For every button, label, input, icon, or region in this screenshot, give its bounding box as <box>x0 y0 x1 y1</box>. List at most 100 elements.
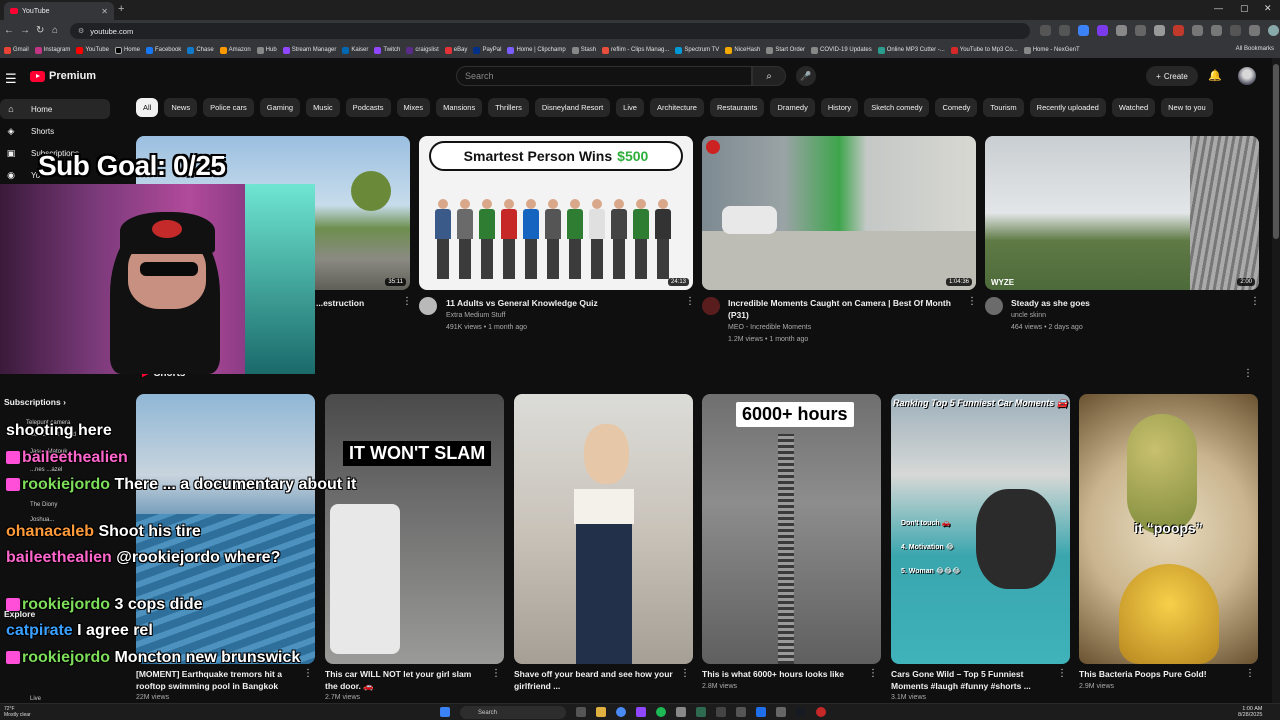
filter-chip[interactable]: History <box>820 98 859 117</box>
filter-chip[interactable]: New to you <box>1161 98 1213 117</box>
short-title[interactable]: Shave off your beard and see how your gi… <box>514 668 674 692</box>
spotify-icon[interactable] <box>656 707 666 717</box>
short-thumbnail[interactable]: 6000+ hours <box>702 394 881 664</box>
channel-avatar[interactable] <box>702 297 720 315</box>
back-icon[interactable]: ← <box>4 25 14 36</box>
maximize-icon[interactable]: ▢ <box>1240 3 1249 14</box>
minimize-icon[interactable]: — <box>1214 3 1223 13</box>
zoom-icon[interactable] <box>1059 25 1070 36</box>
more-options-icon[interactable]: ⋮ <box>402 296 412 307</box>
extensions-puzzle-icon[interactable] <box>1211 25 1222 36</box>
tab-youtube[interactable]: YouTube ✕ <box>4 2 114 20</box>
bookmark-item[interactable]: Spectrum TV <box>675 46 719 54</box>
short-thumbnail[interactable]: it “poops” <box>1079 394 1258 664</box>
task-view-icon[interactable] <box>576 707 586 717</box>
bookmark-item[interactable]: Home - NexGenT <box>1023 46 1080 54</box>
app-icon[interactable] <box>816 707 826 717</box>
bookmark-item[interactable]: Home <box>114 46 140 54</box>
more-options-icon[interactable]: ⋮ <box>685 296 695 307</box>
filter-chip[interactable]: Police cars <box>203 98 254 117</box>
filter-chip[interactable]: Podcasts <box>345 98 391 117</box>
search-button[interactable]: ⌕ <box>752 66 786 86</box>
more-options-icon[interactable]: ⋮ <box>1250 296 1260 307</box>
site-info-icon[interactable]: ⚙ <box>78 27 84 35</box>
system-clock[interactable]: 1:00 AM 8/28/2025 <box>1238 706 1262 718</box>
taskbar-search[interactable]: Search <box>460 706 566 719</box>
channel-name[interactable]: MEO - Incredible Moments <box>728 322 811 334</box>
profile-avatar-icon[interactable] <box>1268 25 1279 36</box>
bookmark-item[interactable]: Kaiser <box>342 46 368 54</box>
app-icon[interactable] <box>736 707 746 717</box>
video-title[interactable]: Steady as she goes <box>1011 297 1243 309</box>
subscription-item[interactable]: The Diony <box>4 494 114 512</box>
filter-chip[interactable]: Live <box>616 98 644 117</box>
filter-chip[interactable]: Architecture <box>649 98 704 117</box>
short-title[interactable]: Cars Gone Wild – Top 5 Funniest Moments … <box>891 668 1051 692</box>
filter-chip[interactable]: Disneyland Resort <box>534 98 611 117</box>
scrollbar-thumb[interactable] <box>1273 64 1279 239</box>
channel-avatar[interactable] <box>985 297 1003 315</box>
bookmark-item[interactable]: craigslist <box>406 46 439 54</box>
bookmark-item[interactable]: Instagram <box>34 46 70 54</box>
shorts-more-options-icon[interactable]: ⋮ <box>1243 368 1253 379</box>
extension-icon[interactable] <box>1116 25 1127 36</box>
filter-chip[interactable]: Tourism <box>983 98 1024 117</box>
search-input[interactable]: Search <box>456 66 752 86</box>
bookmark-item[interactable]: Amazon <box>219 46 251 54</box>
bookmark-item[interactable]: PayPal <box>473 46 501 54</box>
reload-icon[interactable]: ↻ <box>36 25 44 36</box>
close-tab-icon[interactable]: ✕ <box>101 7 108 16</box>
youtube-premium-logo[interactable]: Premium <box>30 70 96 82</box>
video-thumbnail[interactable]: Smartest Person Wins $500 24:13 <box>419 136 693 290</box>
create-button[interactable]: + Create <box>1146 66 1198 86</box>
bookmark-item[interactable]: NiceHash <box>725 46 760 54</box>
url-field[interactable]: ⚙ youtube.com <box>70 23 1030 39</box>
forward-icon[interactable]: → <box>20 25 30 36</box>
chrome-icon[interactable] <box>616 707 626 717</box>
bookmark-item[interactable]: Hub <box>256 46 277 54</box>
bookmark-item[interactable]: Facebook <box>145 46 181 54</box>
short-thumbnail[interactable] <box>514 394 693 664</box>
weather-widget[interactable]: 72°F Mostly clear <box>4 706 31 718</box>
file-explorer-icon[interactable] <box>596 707 606 717</box>
voice-search-button[interactable]: 🎤 <box>796 66 816 86</box>
bookmark-star-icon[interactable] <box>1078 25 1089 36</box>
notifications-bell-icon[interactable]: 🔔 <box>1208 69 1222 82</box>
sidebar-item-live[interactable]: Live <box>30 696 41 702</box>
short-thumbnail[interactable]: Ranking Top 5 Funniest Car Moments 🚘 Don… <box>891 394 1070 664</box>
filter-chip[interactable]: Music <box>306 98 340 117</box>
short-title[interactable]: This is what 6000+ hours looks like <box>702 668 862 680</box>
download-icon[interactable] <box>1249 25 1260 36</box>
sidebar-icon[interactable] <box>1230 25 1241 36</box>
hamburger-menu-icon[interactable]: ☰ <box>5 71 17 87</box>
bookmark-item[interactable]: Chase <box>187 46 214 54</box>
channel-avatar[interactable] <box>419 297 437 315</box>
app-icon[interactable] <box>716 707 726 717</box>
subscriptions-heading[interactable]: Subscriptions › <box>4 397 66 407</box>
bookmark-item[interactable]: Start Order <box>766 46 805 54</box>
app-icon[interactable] <box>676 707 686 717</box>
filter-chip[interactable]: Thrillers <box>488 98 529 117</box>
bookmark-item[interactable]: reflim - Clips Manag... <box>602 46 669 54</box>
bookmark-item[interactable]: COVID-19 Updates <box>811 46 872 54</box>
channel-name[interactable]: uncle skinn <box>1011 310 1046 322</box>
app-icon[interactable] <box>756 707 766 717</box>
filter-chip[interactable]: Comedy <box>935 98 978 117</box>
bookmark-item[interactable]: Online MP3 Cutter -... <box>877 46 945 54</box>
bookmark-item[interactable]: YouTube <box>76 46 109 54</box>
more-options-icon[interactable]: ⋮ <box>491 668 501 679</box>
app-icon[interactable] <box>696 707 706 717</box>
close-window-icon[interactable]: ✕ <box>1264 3 1272 14</box>
filter-chip[interactable]: Gaming <box>259 98 301 117</box>
bookmark-item[interactable]: Gmail <box>4 46 29 54</box>
filter-chip[interactable]: Mixes <box>396 98 431 117</box>
twitch-app-icon[interactable] <box>636 707 646 717</box>
short-title[interactable]: This car WILL NOT let your girl slam the… <box>325 668 485 692</box>
home-browser-icon[interactable]: ⌂ <box>52 25 58 36</box>
more-options-icon[interactable]: ⋮ <box>303 668 313 679</box>
video-thumbnail[interactable]: 1:04:36 <box>702 136 976 290</box>
extension-icon[interactable] <box>1173 25 1184 36</box>
bookmark-item[interactable]: Stream Manager <box>282 46 336 54</box>
video-title[interactable]: ...estruction <box>316 297 396 309</box>
extension-icon[interactable] <box>1154 25 1165 36</box>
